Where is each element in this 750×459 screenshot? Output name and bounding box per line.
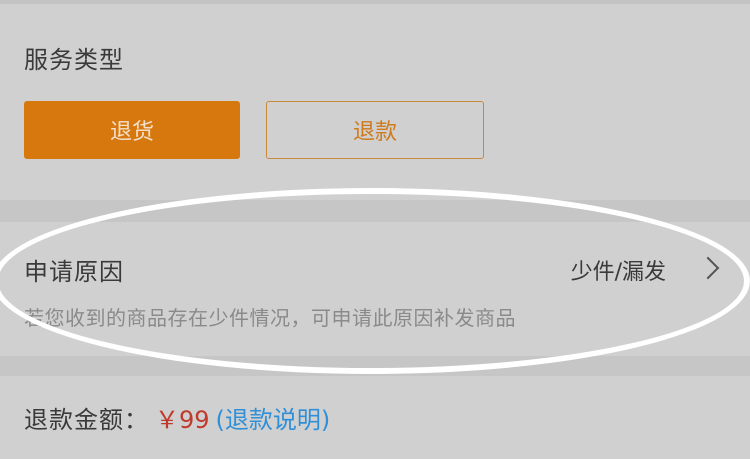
reason-value[interactable]: 少件/漏发 <box>571 254 666 286</box>
reason-section: 申请原因 少件/漏发 若您收到的商品存在少件情况，可申请此原因补发商品 <box>0 222 750 356</box>
refund-explanation-link[interactable]: (退款说明) <box>216 400 331 435</box>
refund-only-button[interactable]: 退款 <box>266 101 484 159</box>
service-type-section: 服务类型 退货 退款 <box>0 4 750 200</box>
refund-amount-value: ￥99 <box>155 406 210 434</box>
refund-amount-label: 退款金额： <box>24 406 149 434</box>
reason-label: 申请原因 <box>24 258 124 286</box>
section-divider <box>0 200 750 222</box>
refund-amount-row: 退款金额： ￥99 (退款说明) <box>24 400 330 435</box>
service-type-title: 服务类型 <box>24 46 124 74</box>
refund-amount-section: 退款金额： ￥99 (退款说明) <box>0 376 750 459</box>
reason-hint: 若您收到的商品存在少件情况，可申请此原因补发商品 <box>24 306 516 330</box>
section-divider <box>0 356 750 376</box>
return-goods-button[interactable]: 退货 <box>24 101 240 159</box>
